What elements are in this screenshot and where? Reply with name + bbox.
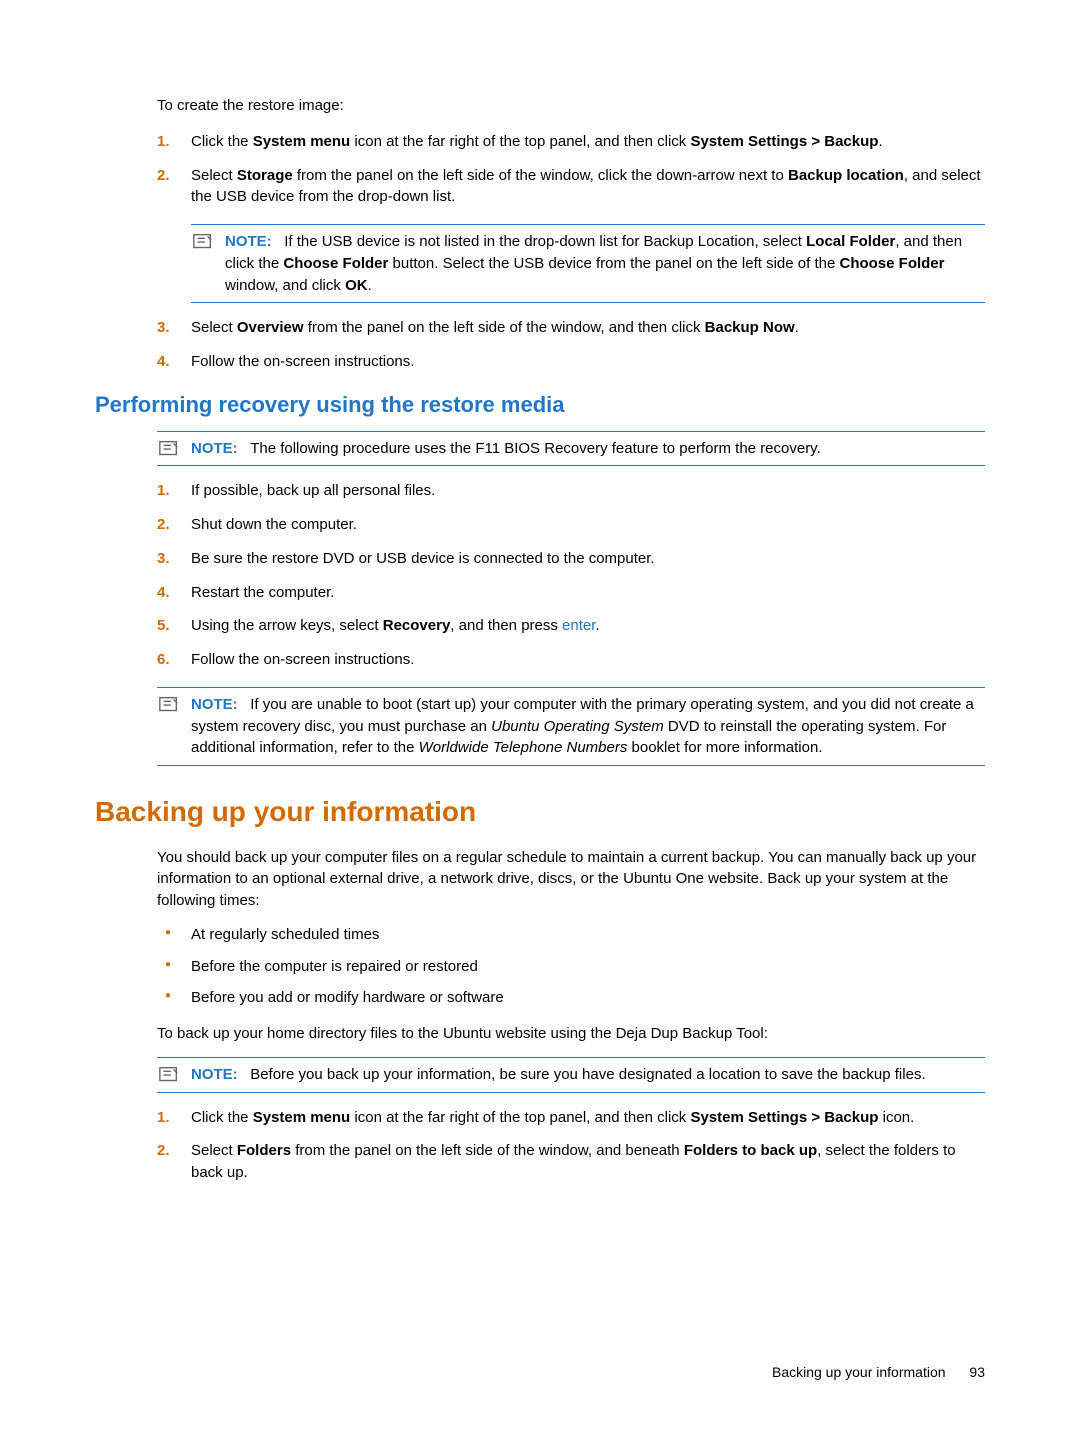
note-content: NOTE: The following procedure uses the F… <box>191 440 821 457</box>
page-number: 93 <box>969 1364 985 1380</box>
note-icon <box>157 694 181 716</box>
step-3: 3. Be sure the restore DVD or USB device… <box>157 548 985 570</box>
footer-title: Backing up your information <box>772 1364 946 1380</box>
step-text: Using the arrow keys, select Recovery, a… <box>191 617 600 634</box>
note-backup-location: NOTE: Before you back up your informatio… <box>157 1057 985 1093</box>
backup-steps: 1. Click the System menu icon at the far… <box>157 1107 985 1184</box>
note-icon <box>157 438 181 460</box>
step-3: 3. Select Overview from the panel on the… <box>157 317 985 339</box>
list-item: Before you add or modify hardware or sof… <box>157 987 985 1009</box>
restore-image-steps: 1. Click the System menu icon at the far… <box>157 131 985 208</box>
step-text: Follow the on-screen instructions. <box>191 353 414 370</box>
list-item: At regularly scheduled times <box>157 924 985 946</box>
step-number: 1. <box>157 1107 170 1129</box>
step-number: 3. <box>157 548 170 570</box>
note-content: NOTE: If you are unable to boot (start u… <box>191 696 974 757</box>
step-number: 2. <box>157 1140 170 1162</box>
step-text: Follow the on-screen instructions. <box>191 651 414 668</box>
backup-intro-para: You should back up your computer files o… <box>157 847 985 912</box>
recovery-steps: 1. If possible, back up all personal fil… <box>157 480 985 671</box>
restore-image-steps-cont: 3. Select Overview from the panel on the… <box>157 317 985 373</box>
step-number: 6. <box>157 649 170 671</box>
step-number: 4. <box>157 351 170 373</box>
step-text: Select Storage from the panel on the lef… <box>191 167 981 206</box>
step-number: 1. <box>157 480 170 502</box>
step-1: 1. Click the System menu icon at the far… <box>157 131 985 153</box>
step-2: 2. Select Folders from the panel on the … <box>157 1140 985 1184</box>
step-number: 2. <box>157 514 170 536</box>
note-f11-recovery: NOTE: The following procedure uses the F… <box>157 431 985 467</box>
step-1: 1. If possible, back up all personal fil… <box>157 480 985 502</box>
step-number: 1. <box>157 131 170 153</box>
step-text: Restart the computer. <box>191 584 334 601</box>
heading-backup-info: Backing up your information <box>95 792 985 833</box>
step-text: Select Overview from the panel on the le… <box>191 319 799 336</box>
page-footer: Backing up your information 93 <box>772 1362 985 1382</box>
backup-howto-para: To back up your home directory files to … <box>157 1023 985 1045</box>
note-icon <box>157 1064 181 1086</box>
backup-times-list: At regularly scheduled times Before the … <box>157 924 985 1009</box>
step-text: Select Folders from the panel on the lef… <box>191 1142 956 1181</box>
step-text: Click the System menu icon at the far ri… <box>191 133 883 150</box>
heading-recovery: Performing recovery using the restore me… <box>95 389 985 421</box>
step-2: 2. Select Storage from the panel on the … <box>157 165 985 209</box>
step-number: 5. <box>157 615 170 637</box>
step-number: 3. <box>157 317 170 339</box>
step-number: 4. <box>157 582 170 604</box>
step-6: 6. Follow the on-screen instructions. <box>157 649 985 671</box>
note-unable-boot: NOTE: If you are unable to boot (start u… <box>157 687 985 766</box>
note-content: NOTE: Before you back up your informatio… <box>191 1066 926 1083</box>
step-number: 2. <box>157 165 170 187</box>
note-icon <box>191 231 215 253</box>
step-text: Be sure the restore DVD or USB device is… <box>191 550 655 567</box>
step-text: Click the System menu icon at the far ri… <box>191 1109 914 1126</box>
step-4: 4. Restart the computer. <box>157 582 985 604</box>
intro-text: To create the restore image: <box>157 95 985 117</box>
step-5: 5. Using the arrow keys, select Recovery… <box>157 615 985 637</box>
note-usb-location: NOTE: If the USB device is not listed in… <box>191 224 985 303</box>
note-content: NOTE: If the USB device is not listed in… <box>225 233 962 294</box>
step-4: 4. Follow the on-screen instructions. <box>157 351 985 373</box>
step-2: 2. Shut down the computer. <box>157 514 985 536</box>
step-text: Shut down the computer. <box>191 516 357 533</box>
step-1: 1. Click the System menu icon at the far… <box>157 1107 985 1129</box>
step-text: If possible, back up all personal files. <box>191 482 435 499</box>
list-item: Before the computer is repaired or resto… <box>157 956 985 978</box>
